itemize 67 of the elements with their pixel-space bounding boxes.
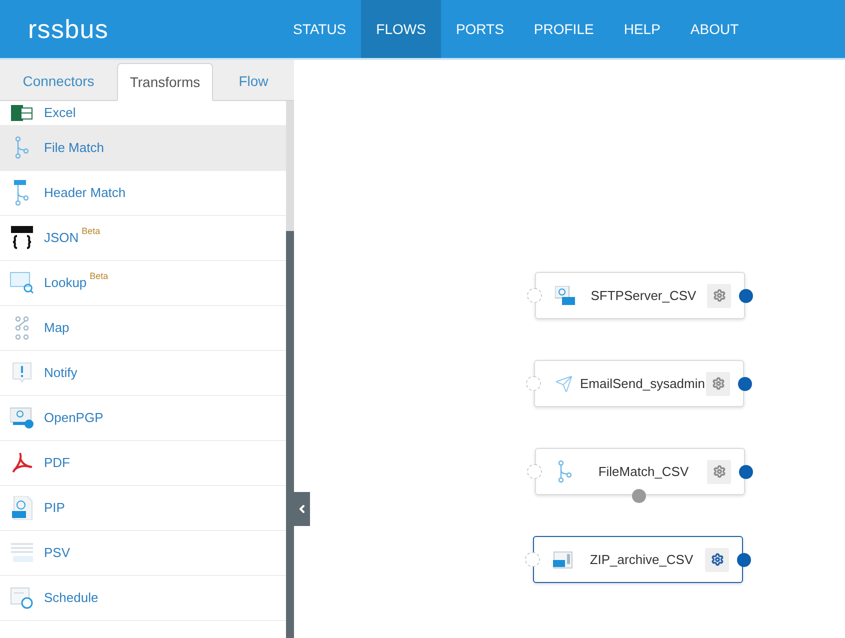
- item-label: PDF: [44, 454, 70, 472]
- node-settings-button[interactable]: [707, 460, 731, 484]
- settings-icon: [712, 289, 726, 302]
- json-braces-icon: [11, 226, 33, 250]
- panel-tab[interactable]: Transforms: [117, 63, 213, 101]
- document-search-icon: [10, 272, 34, 294]
- item-label: Notify: [44, 364, 78, 382]
- item-label: PIP: [44, 499, 65, 518]
- panel-tab[interactable]: Flow: [213, 62, 294, 100]
- envelope-key-icon: [10, 407, 34, 429]
- item-label: Lookup: [44, 274, 87, 292]
- panel-tab[interactable]: Connectors: [0, 62, 117, 100]
- node-label: FileMatch_CSV: [597, 462, 690, 481]
- output-port[interactable]: [738, 377, 752, 391]
- item-label: PSV: [44, 544, 70, 562]
- spreadsheet-icon: [11, 103, 33, 123]
- beta-label: Beta: [90, 271, 108, 282]
- settings-icon: [710, 553, 724, 566]
- flow-node[interactable]: SFTPServer_CSV: [535, 272, 745, 319]
- transform-item[interactable]: File Match: [0, 126, 286, 171]
- settings-icon: [712, 465, 726, 478]
- node-settings-button[interactable]: [705, 548, 729, 572]
- item-label: Header Match: [44, 184, 126, 202]
- nav-tab[interactable]: PORTS: [440, 0, 519, 58]
- zip-folder-icon: [553, 550, 573, 570]
- node-settings-button[interactable]: [707, 284, 731, 308]
- logo: rssbus: [28, 12, 110, 46]
- paper-plane-icon: [555, 374, 573, 392]
- file-lines-icon: [11, 543, 33, 563]
- branch-icon: [558, 460, 572, 484]
- document-icon: [11, 496, 33, 520]
- node-label: EmailSend_sysadmin: [579, 374, 706, 393]
- item-label: Map: [44, 319, 70, 338]
- item-label: OpenPGP: [44, 409, 104, 428]
- item-label: Excel: [44, 104, 76, 122]
- item-label: JSON: [44, 229, 79, 248]
- item-label: Schedule: [44, 589, 98, 608]
- flow-node[interactable]: EmailSend_sysadmin: [534, 360, 744, 407]
- calendar-clock-icon: [10, 586, 34, 610]
- alert-bubble-icon: [12, 362, 32, 384]
- output-port[interactable]: [739, 289, 753, 303]
- nav-tab[interactable]: STATUS: [278, 0, 362, 58]
- map-nodes-icon: [15, 316, 29, 340]
- branch-icon: [15, 136, 29, 160]
- nav-tab[interactable]: FLOWS: [361, 0, 441, 58]
- input-port[interactable]: [525, 552, 540, 567]
- nav-tab[interactable]: HELP: [608, 0, 676, 58]
- nav-tab[interactable]: PROFILE: [518, 0, 609, 58]
- output-port[interactable]: [739, 465, 753, 479]
- header-branch-icon: [14, 180, 30, 206]
- nav-tab[interactable]: ABOUT: [675, 0, 754, 58]
- flow-node[interactable]: ZIP_archive_CSV: [533, 536, 743, 583]
- pdf-icon: [11, 452, 33, 474]
- settings-icon: [712, 377, 724, 390]
- input-port[interactable]: [526, 376, 541, 391]
- output-port[interactable]: [737, 553, 751, 567]
- beta-label: Beta: [82, 226, 100, 237]
- item-label: File Match: [44, 139, 104, 158]
- bottom-port[interactable]: [632, 489, 646, 503]
- input-port[interactable]: [527, 288, 542, 303]
- input-port[interactable]: [527, 464, 542, 479]
- node-label: SFTPServer_CSV: [590, 286, 698, 305]
- flow-node[interactable]: FileMatch_CSV: [535, 448, 745, 495]
- node-settings-button[interactable]: [706, 372, 730, 396]
- collapse-handle[interactable]: [294, 492, 310, 526]
- server-lock-icon: [555, 286, 575, 306]
- node-label: ZIP_archive_CSV: [588, 550, 694, 569]
